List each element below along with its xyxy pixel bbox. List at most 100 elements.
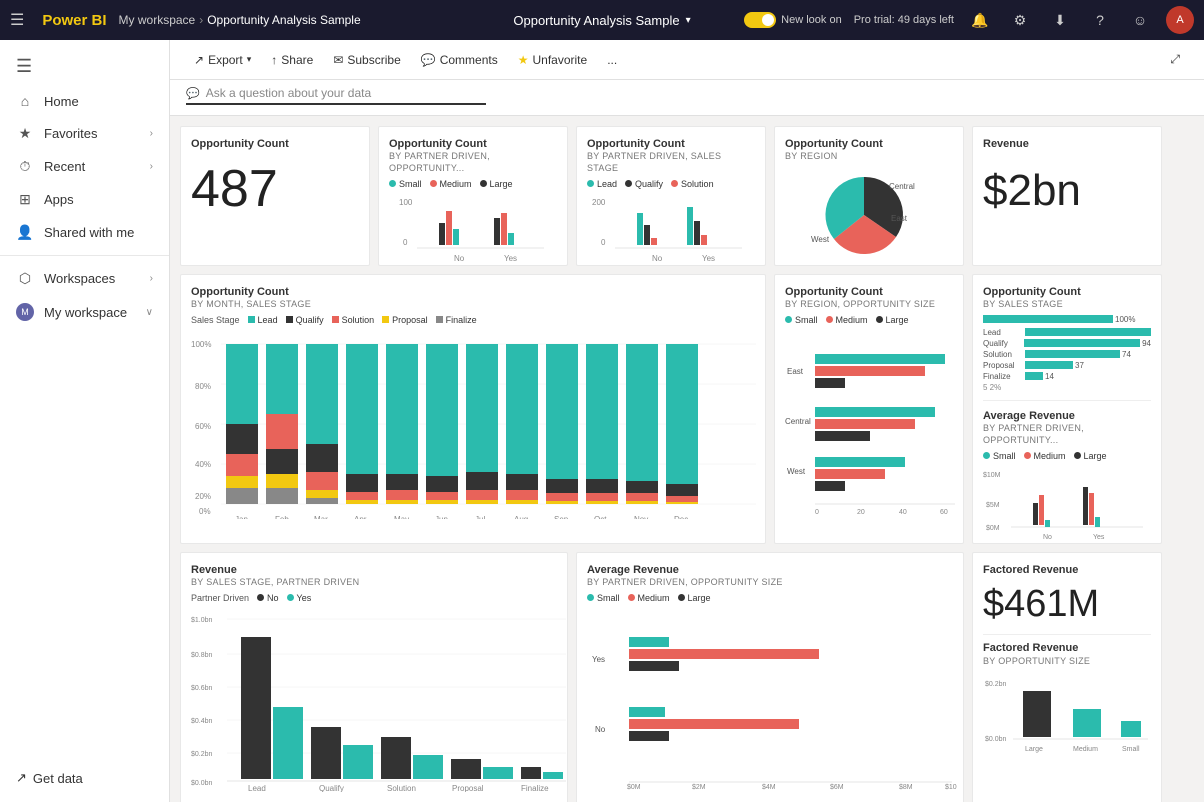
svg-text:Central: Central [785, 417, 811, 426]
svg-text:$0M: $0M [627, 784, 641, 791]
svg-text:$4M: $4M [762, 784, 776, 791]
svg-text:Large: Large [1025, 746, 1043, 753]
qa-bar: 💬 Ask a question about your data [170, 80, 1204, 116]
svg-text:East: East [787, 367, 804, 376]
svg-text:40%: 40% [195, 460, 211, 469]
comments-btn[interactable]: 💬 Comments [413, 49, 506, 71]
svg-text:Dec: Dec [674, 515, 688, 519]
chart-avg-rev-partner: $10M $5M $0M No Yes [983, 465, 1153, 544]
share-btn[interactable]: ↑ Share [263, 49, 321, 71]
help-icon[interactable]: ? [1086, 6, 1114, 34]
sidebar-item-favorites[interactable]: ★ Favorites › [0, 117, 169, 150]
sidebar-item-workspaces[interactable]: ⬡ Workspaces › [0, 262, 169, 295]
svg-text:0: 0 [403, 238, 408, 247]
legend-partner: Small Medium Large [389, 179, 557, 189]
top-nav: ☰ Power BI My workspace › Opportunity An… [0, 0, 1204, 40]
sidebar-item-home[interactable]: ⌂ Home [0, 85, 169, 117]
legend-region-size: Small Medium Large [785, 315, 953, 325]
svg-text:Yes: Yes [504, 254, 517, 263]
svg-text:$8M: $8M [899, 784, 913, 791]
svg-text:100: 100 [399, 198, 413, 207]
new-look-toggle[interactable]: New look on [744, 12, 842, 28]
app-layout: ☰ ⌂ Home ★ Favorites › ⏱ Recent › ⊞ Apps… [0, 40, 1204, 802]
svg-text:Feb: Feb [275, 515, 289, 519]
svg-text:Aug: Aug [514, 515, 528, 519]
svg-text:Finalize: Finalize [521, 784, 549, 792]
svg-text:0: 0 [601, 238, 606, 247]
svg-text:$0.0bn: $0.0bn [191, 780, 213, 787]
svg-text:$0.8bn: $0.8bn [191, 652, 213, 659]
nav-path: My workspace › Opportunity Analysis Samp… [119, 13, 361, 27]
more-btn[interactable]: ... [599, 49, 625, 71]
download-icon[interactable]: ⬇ [1046, 6, 1074, 34]
svg-text:20%: 20% [195, 492, 211, 501]
feedback-icon[interactable]: ☺ [1126, 6, 1154, 34]
sidebar-item-apps[interactable]: ⊞ Apps [0, 183, 169, 216]
chevron-down-icon-2: ∨ [146, 307, 153, 318]
svg-text:Central: Central [889, 182, 915, 191]
svg-text:$0.0bn: $0.0bn [985, 736, 1007, 743]
chart-revenue-by-sales: $1.0bn $0.8bn $0.6bn $0.4bn $0.2bn $0.0b… [191, 607, 568, 792]
legend-sales: Lead Qualify Solution [587, 179, 755, 189]
qa-input[interactable]: 💬 Ask a question about your data [186, 86, 486, 105]
top-nav-right: New look on Pro trial: 49 days left 🔔 ⚙ … [744, 6, 1194, 34]
svg-text:No: No [652, 254, 663, 263]
chevron-down-icon[interactable]: ▾ [686, 15, 691, 26]
sidebar-collapse-btn[interactable]: ☰ [0, 48, 169, 85]
card-avg-revenue-size: Average Revenue BY PARTNER DRIVEN, OPPOR… [576, 552, 964, 802]
chart-opp-by-month: 100% 80% 60% 40% 20% 0% [191, 329, 761, 519]
card-opp-sales-stage-right: Opportunity Count BY SALES STAGE 100% Le… [972, 274, 1162, 544]
sidebar-item-my-workspace[interactable]: M My workspace ∨ [0, 295, 169, 329]
svg-text:60%: 60% [195, 422, 211, 431]
get-data-btn[interactable]: ↗ Get data [0, 758, 169, 794]
export-btn[interactable]: ↗ Export ▾ [186, 49, 259, 71]
svg-text:Jun: Jun [435, 515, 448, 519]
svg-text:Yes: Yes [592, 655, 605, 664]
svg-text:Solution: Solution [387, 784, 416, 792]
center-report-title: Opportunity Analysis Sample ▾ [513, 13, 690, 28]
sidebar-item-recent[interactable]: ⏱ Recent › [0, 150, 169, 183]
svg-text:Mar: Mar [314, 515, 328, 519]
sidebar-item-shared[interactable]: 👤 Shared with me [0, 216, 169, 249]
card-opp-by-month: Opportunity Count BY MONTH, SALES STAGE … [180, 274, 766, 544]
svg-text:$1.0bn: $1.0bn [191, 617, 213, 624]
chart-opp-region-size: 0 20 40 60 East Central West [785, 329, 960, 524]
subscribe-btn[interactable]: ✉ Subscribe [325, 49, 408, 71]
card-opp-by-sales: Opportunity Count BY PARTNER DRIVEN, SAL… [576, 126, 766, 266]
svg-text:Nov: Nov [634, 515, 648, 519]
svg-text:$0.6bn: $0.6bn [191, 685, 213, 692]
svg-text:$0.2bn: $0.2bn [985, 681, 1007, 688]
chevron-right-icon: › [150, 128, 153, 139]
legend-month: Sales Stage Lead Qualify Solution Propos… [191, 315, 755, 325]
favorites-icon: ★ [16, 125, 34, 142]
factored-revenue-inner: Factored Revenue $461M [983, 563, 1151, 626]
hamburger-icon[interactable]: ☰ [10, 10, 24, 30]
svg-text:Small: Small [1122, 746, 1140, 753]
unfavorite-btn[interactable]: ★ Unfavorite [510, 49, 595, 71]
chevron-right-icon-3: › [150, 273, 153, 284]
svg-text:Apr: Apr [354, 515, 367, 519]
qa-icon: 💬 [186, 87, 200, 100]
expand-btn[interactable]: ⤢ [1162, 48, 1188, 71]
svg-text:80%: 80% [195, 382, 211, 391]
card-revenue-by-sales: Revenue BY SALES STAGE, PARTNER DRIVEN P… [180, 552, 568, 802]
card-factored-revenue: Factored Revenue $461M Factored Revenue … [972, 552, 1162, 802]
toggle-switch[interactable] [744, 12, 776, 28]
svg-text:$10M: $10M [983, 472, 1001, 479]
svg-text:Qualify: Qualify [319, 784, 344, 792]
svg-text:$0.4bn: $0.4bn [191, 718, 213, 725]
settings-icon[interactable]: ⚙ [1006, 6, 1034, 34]
avg-revenue-partner-inner: Average Revenue BY PARTNER DRIVEN, OPPOR… [983, 400, 1151, 544]
dashboard-grid: Opportunity Count 487 Opportunity Count … [170, 116, 1204, 802]
svg-text:0: 0 [815, 509, 819, 516]
svg-text:$0.2bn: $0.2bn [191, 751, 213, 758]
svg-text:$5M: $5M [986, 502, 1000, 509]
svg-text:West: West [811, 235, 830, 244]
svg-text:No: No [1043, 534, 1052, 541]
card-opp-count: Opportunity Count 487 [180, 126, 370, 266]
notifications-icon[interactable]: 🔔 [966, 6, 994, 34]
avatar[interactable]: A [1166, 6, 1194, 34]
svg-text:May: May [394, 515, 409, 519]
export-chevron: ▾ [247, 54, 252, 65]
svg-text:Medium: Medium [1073, 746, 1098, 753]
